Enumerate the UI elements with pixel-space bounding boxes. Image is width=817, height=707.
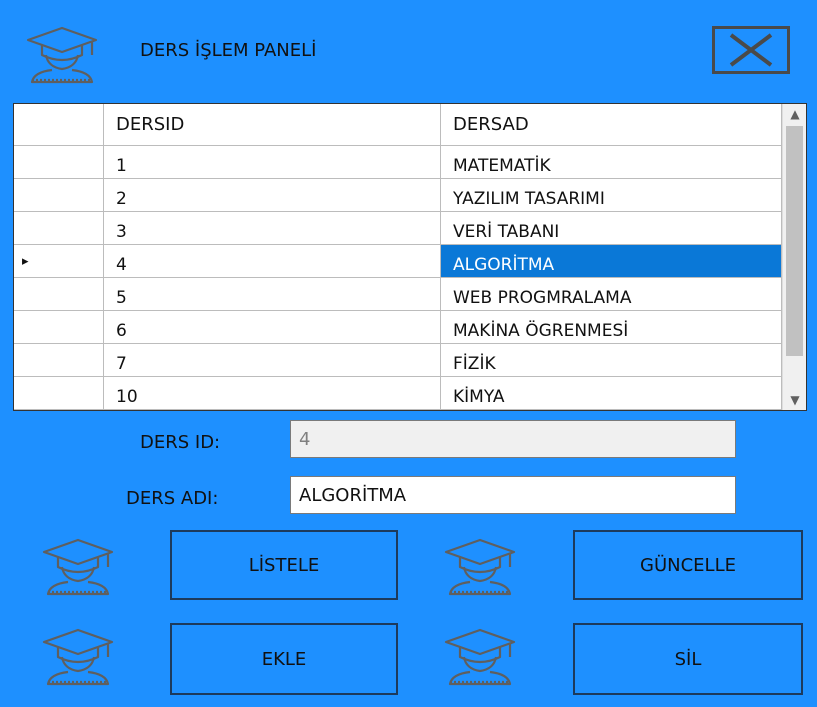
table-row[interactable]: ▸ 4 ALGORİTMA xyxy=(14,245,782,278)
cell-dersid[interactable]: 5 xyxy=(104,278,441,311)
cell-dersad[interactable]: KİMYA xyxy=(441,377,782,410)
ders-adi-label: DERS ADI: xyxy=(126,488,219,509)
row-header-cell[interactable] xyxy=(14,377,104,410)
ders-id-field[interactable]: 4 xyxy=(290,420,736,458)
table-row[interactable]: 1 MATEMATİK xyxy=(14,146,782,179)
table-row[interactable]: 5 WEB PROGMRALAMA xyxy=(14,278,782,311)
cell-dersad[interactable]: MATEMATİK xyxy=(441,146,782,179)
cell-dersad[interactable]: WEB PROGMRALAMA xyxy=(441,278,782,311)
cell-dersad[interactable]: FİZİK xyxy=(441,344,782,377)
close-button[interactable] xyxy=(712,26,790,74)
cell-dersid[interactable]: 4 xyxy=(104,245,441,278)
row-header-cell[interactable] xyxy=(14,311,104,344)
scroll-up-icon[interactable]: ▲ xyxy=(783,104,806,124)
scroll-down-icon[interactable]: ▼ xyxy=(783,390,806,410)
scroll-thumb[interactable] xyxy=(786,126,803,356)
graduate-icon xyxy=(38,536,118,596)
cell-dersid[interactable]: 10 xyxy=(104,377,441,410)
row-header-cell[interactable] xyxy=(14,179,104,212)
courses-data-grid[interactable]: DERSID DERSAD 1 MATEMATİK 2 YAZILIM TASARIM… xyxy=(13,103,807,411)
cell-dersad[interactable]: MAKİNA ÖGRENMESİ xyxy=(441,311,782,344)
grid-header-row: DERSID DERSAD xyxy=(14,104,782,146)
graduate-icon xyxy=(440,536,520,596)
cell-dersid[interactable]: 2 xyxy=(104,179,441,212)
cell-dersad[interactable]: YAZILIM TASARIMI xyxy=(441,179,782,212)
update-button[interactable]: GÜNCELLE xyxy=(573,530,803,600)
ders-adi-field[interactable]: ALGORİTMA xyxy=(290,476,736,514)
table-row[interactable]: 3 VERİ TABANI xyxy=(14,212,782,245)
vertical-scrollbar[interactable]: ▲ ▼ xyxy=(782,104,806,410)
cell-dersid[interactable]: 1 xyxy=(104,146,441,179)
cell-dersid[interactable]: 3 xyxy=(104,212,441,245)
list-button[interactable]: LİSTELE xyxy=(170,530,398,600)
table-row[interactable]: 7 FİZİK xyxy=(14,344,782,377)
add-button[interactable]: EKLE xyxy=(170,623,398,695)
window-title: DERS İŞLEM PANELİ xyxy=(140,40,317,61)
row-header-corner xyxy=(14,104,104,146)
cell-dersid[interactable]: 6 xyxy=(104,311,441,344)
table-row[interactable]: 2 YAZILIM TASARIMI xyxy=(14,179,782,212)
cell-dersid[interactable]: 7 xyxy=(104,344,441,377)
delete-button[interactable]: SİL xyxy=(573,623,803,695)
row-header-cell[interactable] xyxy=(14,278,104,311)
column-header-dersid[interactable]: DERSID xyxy=(104,104,441,146)
graduate-icon xyxy=(38,626,118,686)
cell-dersad[interactable]: ALGORİTMA xyxy=(441,245,782,278)
table-row[interactable]: 6 MAKİNA ÖGRENMESİ xyxy=(14,311,782,344)
close-icon xyxy=(729,33,773,67)
column-header-dersad[interactable]: DERSAD xyxy=(441,104,782,146)
ders-id-label: DERS ID: xyxy=(140,432,221,453)
graduate-icon xyxy=(22,24,102,84)
row-header-cell[interactable] xyxy=(14,344,104,377)
row-selected-indicator-icon[interactable]: ▸ xyxy=(14,245,104,278)
row-header-cell[interactable] xyxy=(14,146,104,179)
cell-dersad[interactable]: VERİ TABANI xyxy=(441,212,782,245)
graduate-icon xyxy=(440,626,520,686)
table-row[interactable]: 10 KİMYA xyxy=(14,377,782,410)
row-header-cell[interactable] xyxy=(14,212,104,245)
